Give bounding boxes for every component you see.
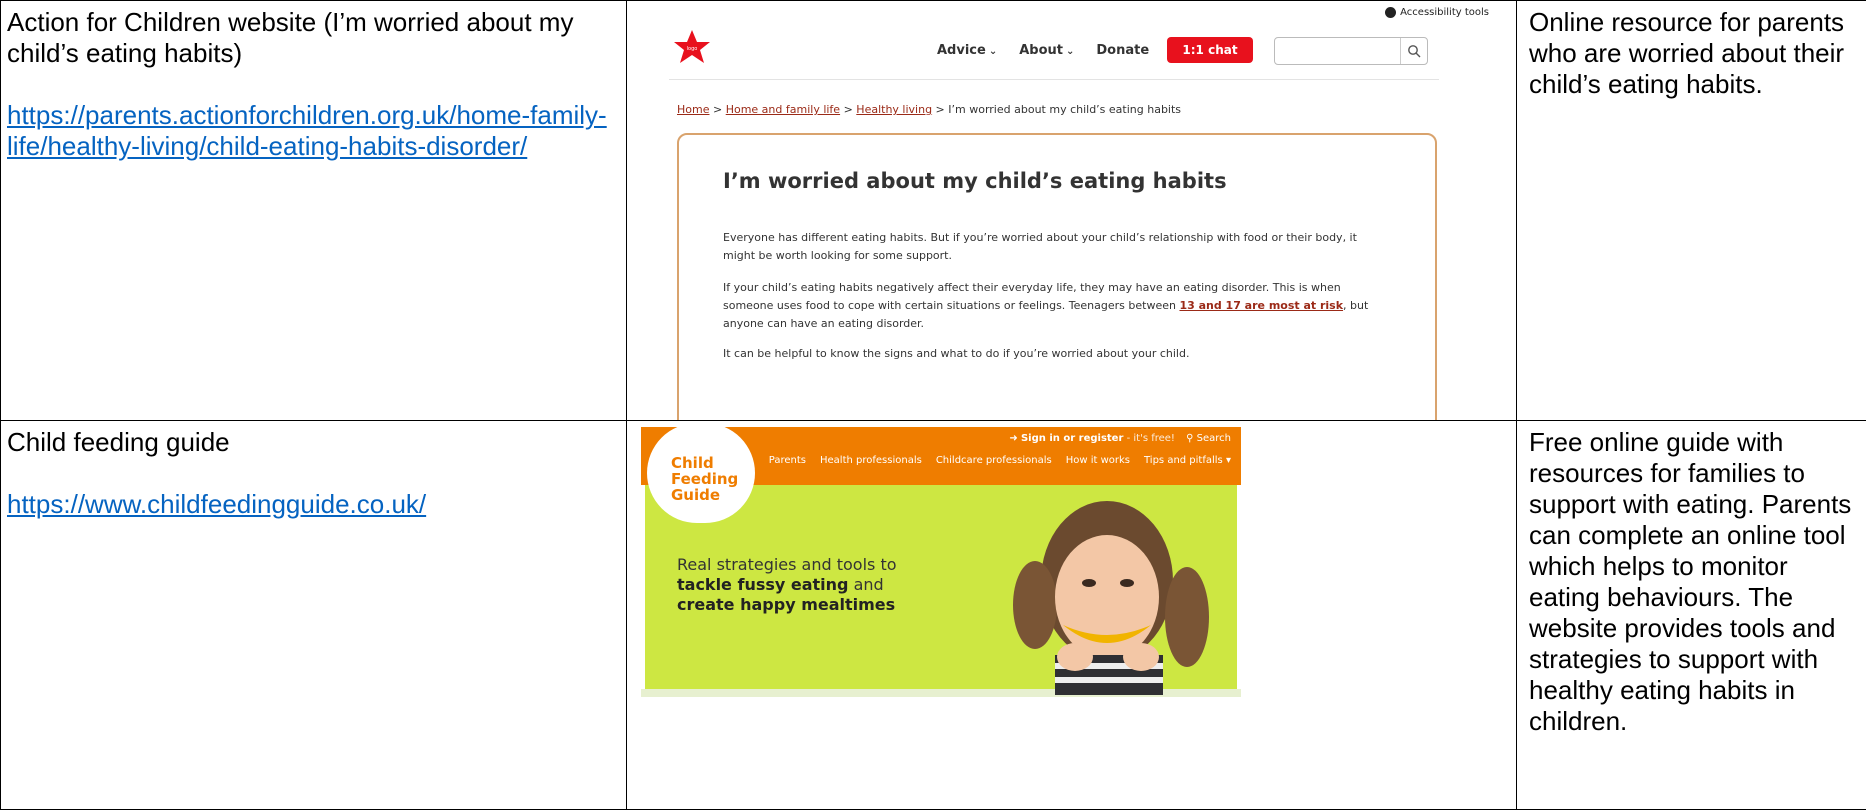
breadcrumb-home[interactable]: Home xyxy=(677,103,709,116)
at-risk-link[interactable]: 13 and 17 are most at risk xyxy=(1179,299,1343,312)
resource-cell: Action for Children website (I’m worried… xyxy=(1,1,627,421)
signin-link[interactable]: Sign in or register xyxy=(1021,433,1123,444)
search-input[interactable] xyxy=(1274,37,1428,65)
search-link[interactable]: Search xyxy=(1197,433,1231,444)
child-feeding-guide-screenshot: Child Feeding Guide ➜ Sign in or registe… xyxy=(641,427,1241,697)
nav-advice[interactable]: Advice⌄ xyxy=(937,43,997,58)
action-for-children-screenshot: Accessibility tools logo Advice⌄ About⌄ … xyxy=(641,1,1501,411)
logo-line: Child xyxy=(671,455,738,471)
svg-text:logo: logo xyxy=(687,46,698,52)
accessibility-tools[interactable]: Accessibility tools xyxy=(1385,7,1489,18)
chevron-down-icon: ⌄ xyxy=(989,46,997,57)
hero-tagline: Real strategies and tools to tackle fuss… xyxy=(677,555,897,615)
free-note: - it's free! xyxy=(1127,433,1175,444)
chat-button[interactable]: 1:1 chat xyxy=(1167,37,1253,63)
logo-line: Feeding xyxy=(671,471,738,487)
logo-line: Guide xyxy=(671,487,738,503)
screenshot-cell: Accessibility tools logo Advice⌄ About⌄ … xyxy=(627,1,1517,421)
description-cell: Free online guide with resources for fam… xyxy=(1517,421,1866,810)
main-nav: Advice⌄ About⌄ Donate xyxy=(937,43,1149,58)
resource-title: Action for Children website (I’m worried… xyxy=(7,7,618,69)
table-row: Child feeding guide https://www.childfee… xyxy=(1,421,1866,810)
menu-item-childcare-professionals[interactable]: Childcare professionals xyxy=(936,455,1052,466)
search-icon[interactable] xyxy=(1400,38,1427,64)
table-row: Action for Children website (I’m worried… xyxy=(1,1,1866,421)
resource-link[interactable]: https://parents.actionforchildren.org.uk… xyxy=(7,100,607,161)
accessibility-label: Accessibility tools xyxy=(1400,7,1489,18)
resource-cell: Child feeding guide https://www.childfee… xyxy=(1,421,627,810)
child-feeding-guide-logo[interactable]: Child Feeding Guide xyxy=(647,427,755,523)
breadcrumb: Home > Home and family life > Healthy li… xyxy=(677,103,1181,116)
screenshot-cell: Child Feeding Guide ➜ Sign in or registe… xyxy=(627,421,1517,810)
chevron-down-icon: ⌄ xyxy=(1066,46,1074,57)
nav-about[interactable]: About⌄ xyxy=(1019,43,1074,58)
article-box: I’m worried about my child’s eating habi… xyxy=(677,133,1437,421)
menu-item-tips-and-pitfalls[interactable]: Tips and pitfalls ▾ xyxy=(1144,455,1231,466)
article-paragraph: It can be helpful to know the signs and … xyxy=(723,345,1383,363)
resource-title: Child feeding guide xyxy=(7,427,618,458)
search-icon: ⚲ xyxy=(1186,433,1193,444)
resource-description: Online resource for parents who are worr… xyxy=(1517,1,1866,100)
star-logo-icon[interactable]: logo xyxy=(673,29,711,65)
main-menu: Parents Health professionals Childcare p… xyxy=(769,455,1231,466)
resource-description: Free online guide with resources for fam… xyxy=(1517,421,1866,737)
accessibility-icon xyxy=(1385,7,1396,18)
menu-item-parents[interactable]: Parents xyxy=(769,455,806,466)
breadcrumb-healthy-living[interactable]: Healthy living xyxy=(856,103,932,116)
nav-donate[interactable]: Donate xyxy=(1096,43,1149,58)
article-paragraph: If your child’s eating habits negatively… xyxy=(723,279,1383,333)
caret-down-icon: ▾ xyxy=(1226,455,1231,466)
breadcrumb-home-family[interactable]: Home and family life xyxy=(726,103,840,116)
signin-bar: ➜ Sign in or register - it's free! ⚲ Sea… xyxy=(1009,433,1231,444)
article-paragraph: Everyone has different eating habits. Bu… xyxy=(723,229,1383,265)
menu-item-how-it-works[interactable]: How it works xyxy=(1066,455,1130,466)
description-cell: Online resource for parents who are worr… xyxy=(1517,1,1866,421)
child-eating-photo xyxy=(979,485,1237,695)
menu-item-health-professionals[interactable]: Health professionals xyxy=(820,455,922,466)
resource-table: Action for Children website (I’m worried… xyxy=(0,0,1866,810)
signin-icon: ➜ xyxy=(1009,433,1017,444)
page-title: I’m worried about my child’s eating habi… xyxy=(723,169,1227,193)
resource-link[interactable]: https://www.childfeedingguide.co.uk/ xyxy=(7,489,426,519)
breadcrumb-current: I’m worried about my child’s eating habi… xyxy=(948,103,1181,116)
header-divider xyxy=(669,79,1439,80)
